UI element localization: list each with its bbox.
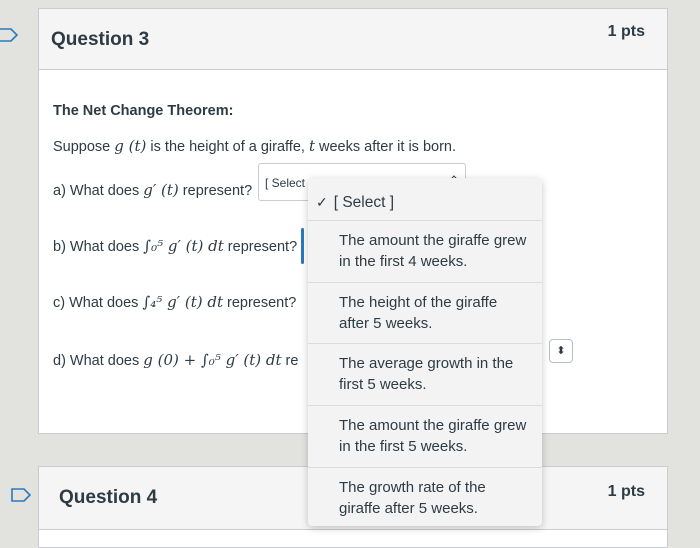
question-4-points: 1 pts bbox=[607, 483, 645, 500]
dropdown-option-select[interactable]: ✓ [ Select ] bbox=[308, 178, 542, 221]
dropdown-option[interactable]: The amount the giraffe grew in the first… bbox=[308, 220, 542, 283]
question-4-title: Question 4 bbox=[59, 487, 158, 508]
dropdown-option-label: The average growth in the first 5 weeks. bbox=[339, 355, 514, 393]
select-dropdown-list: ✓ [ Select ] The amount the giraffe grew … bbox=[308, 178, 542, 526]
flag-icon[interactable] bbox=[11, 488, 31, 502]
part-b-text: b) What does ∫₀⁵ g′ (t) dt represent? bbox=[53, 237, 298, 255]
check-icon: ✓ bbox=[316, 194, 328, 210]
dropdown-option[interactable]: The growth rate of the giraffe after 5 w… bbox=[308, 467, 542, 526]
dropdown-selected-label: [ Select ] bbox=[333, 194, 395, 211]
part-b-select-focus[interactable] bbox=[301, 228, 304, 264]
dropdown-option-label: The growth rate of the giraffe after 5 w… bbox=[339, 479, 486, 517]
dropdown-option-label: The amount the giraffe grew in the first… bbox=[339, 417, 527, 455]
flag-icon[interactable] bbox=[0, 28, 18, 42]
up-down-arrows-icon: ⬍ bbox=[556, 345, 566, 357]
dropdown-option-label: The height of the giraffe after 5 weeks. bbox=[339, 294, 498, 332]
part-d-select[interactable]: ⬍ bbox=[549, 339, 573, 363]
question-3-header: Question 3 1 pts bbox=[39, 9, 667, 70]
dropdown-option[interactable]: The height of the giraffe after 5 weeks. bbox=[308, 282, 542, 344]
question-3-points: 1 pts bbox=[607, 23, 645, 40]
dropdown-option-label: The amount the giraffe grew in the first… bbox=[339, 232, 527, 270]
part-a-select-value: [ Select bbox=[265, 176, 306, 190]
part-c-text: c) What does ∫₄⁵ g′ (t) dt represent? bbox=[53, 293, 297, 311]
question-heading: The Net Change Theorem: bbox=[53, 103, 234, 119]
dropdown-option[interactable]: The average growth in the first 5 weeks. bbox=[308, 343, 542, 406]
question-intro: Suppose g (t) is the height of a giraffe… bbox=[53, 137, 457, 155]
part-d-text: d) What does g (0) + ∫₀⁵ g′ (t) dt re bbox=[53, 351, 299, 369]
question-3-title: Question 3 bbox=[51, 29, 150, 50]
dropdown-option[interactable]: The amount the giraffe grew in the first… bbox=[308, 405, 542, 468]
part-a-text: a) What does g′ (t) represent? bbox=[53, 181, 253, 199]
